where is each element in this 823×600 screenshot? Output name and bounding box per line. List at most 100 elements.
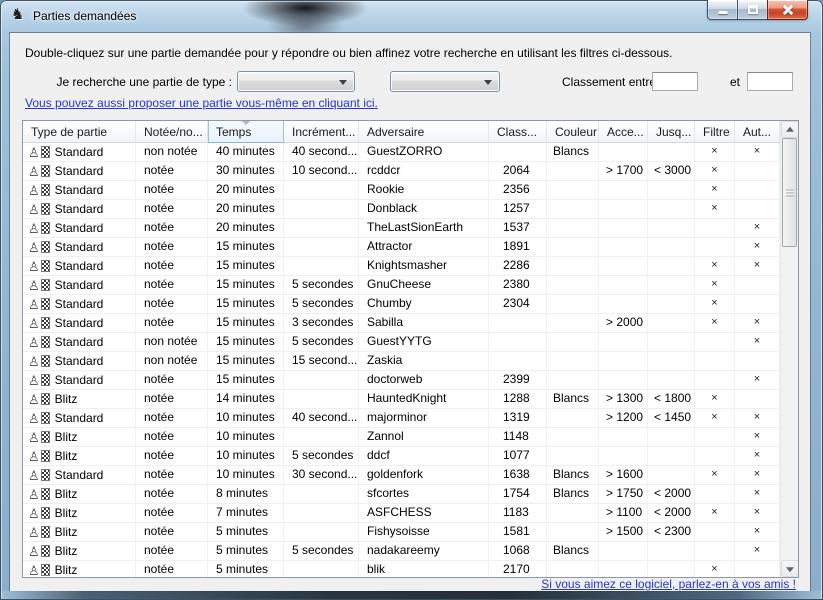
table-row[interactable]: ♙Blitznotée10 minutes5 secondesddcf1077× (23, 447, 780, 466)
cell-rating: 2170 (489, 561, 547, 578)
game-type-select[interactable] (237, 71, 355, 92)
column-header-accept_below[interactable]: Jusq... (648, 121, 695, 143)
column-header-color[interactable]: Couleur (547, 121, 599, 143)
table-row[interactable]: ♙Standardnotée20 minutesRookie2356× (23, 181, 780, 200)
game-type-text: Standard (55, 410, 104, 427)
pawn-icon: ♙ (28, 450, 40, 463)
dialog-client-area: Double-cliquez sur une partie demandée p… (10, 33, 810, 591)
cell-opponent: GuestYYTG (359, 333, 489, 351)
column-header-time[interactable]: Temps (208, 121, 284, 143)
caption-buttons (707, 0, 808, 20)
scroll-down-button[interactable] (781, 560, 799, 577)
checkerboard-icon (41, 564, 50, 576)
table-row[interactable]: ♙Blitznotée5 minutes5 secondesnadakareem… (23, 542, 780, 561)
cell-accept_below (648, 257, 695, 275)
cell-auto (735, 352, 780, 370)
table-row[interactable]: ♙Standardnotée15 minutesdoctorweb2399× (23, 371, 780, 390)
game-type-text: Blitz (55, 524, 78, 541)
table-row[interactable]: ♙Standardnotée10 minutes40 second...majo… (23, 409, 780, 428)
checkerboard-icon (41, 298, 50, 310)
cell-color (547, 238, 599, 256)
close-button[interactable] (767, 0, 808, 20)
game-subtype-select[interactable] (390, 71, 500, 92)
table-row[interactable]: ♙Blitznotée5 minutesblik2170× (23, 561, 780, 578)
checkerboard-icon (41, 355, 50, 367)
table-row[interactable]: ♙Standardnon notée40 minutes40 second...… (23, 143, 780, 162)
table-row[interactable]: ♙Standardnotée15 minutesKnightsmasher228… (23, 257, 780, 276)
table-row[interactable]: ♙Standardnotée20 minutesTheLastSionEarth… (23, 219, 780, 238)
cell-rated: notée (136, 447, 208, 465)
cell-rated: notée (136, 371, 208, 389)
cell-accept_below (648, 143, 695, 161)
scroll-up-button[interactable] (781, 121, 799, 138)
table-row[interactable]: ♙Standardnotée15 minutes3 secondesSabill… (23, 314, 780, 333)
table-row[interactable]: ♙Standardnotée15 minutesAttractor1891× (23, 238, 780, 257)
game-type-text: Standard (55, 296, 104, 313)
cell-type: ♙Blitz (23, 561, 136, 578)
cell-rated: notée (136, 523, 208, 541)
cell-increment: 5 secondes (284, 447, 359, 465)
cell-auto: × (735, 466, 780, 484)
cell-increment (284, 523, 359, 541)
cell-accept_above: > 1200 (599, 409, 648, 427)
cell-time: 5 minutes (208, 523, 284, 541)
cell-color: Blancs (547, 390, 599, 408)
column-header-rated[interactable]: Notée/no... (136, 121, 208, 143)
cell-opponent: blik (359, 561, 489, 578)
checkerboard-icon (41, 374, 50, 386)
cell-increment: 5 secondes (284, 295, 359, 313)
rating-max-input[interactable] (747, 72, 793, 91)
table-row[interactable]: ♙Standardnotée15 minutes5 secondesChumby… (23, 295, 780, 314)
rating-min-input[interactable] (652, 72, 698, 91)
cell-filter (695, 219, 735, 237)
table-row[interactable]: ♙Blitznotée8 minutessfcortes1754Blancs> … (23, 485, 780, 504)
cell-color (547, 504, 599, 522)
minimize-icon (718, 11, 727, 14)
cell-increment (284, 428, 359, 446)
table-row[interactable]: ♙Standardnotée20 minutesDonblack1257× (23, 200, 780, 219)
column-header-type[interactable]: Type de partie (23, 121, 136, 143)
checkerboard-icon (41, 317, 50, 329)
column-header-auto[interactable]: Aut... (735, 121, 780, 143)
vertical-scrollbar[interactable] (780, 121, 798, 577)
cell-increment (284, 504, 359, 522)
cell-color (547, 561, 599, 578)
propose-game-link[interactable]: Vous pouvez aussi proposer une partie vo… (25, 96, 378, 110)
game-type-text: Blitz (55, 448, 78, 465)
cell-increment: 5 secondes (284, 276, 359, 294)
cell-rated: notée (136, 238, 208, 256)
minimize-button[interactable] (707, 0, 738, 20)
maximize-button[interactable] (738, 0, 767, 20)
pawn-icon: ♙ (28, 469, 40, 482)
cell-type: ♙Blitz (23, 485, 136, 503)
table-row[interactable]: ♙Blitznotée10 minutesZannol1148× (23, 428, 780, 447)
cell-filter: × (695, 409, 735, 427)
table-row[interactable]: ♙Standardnon notée15 minutes15 second...… (23, 352, 780, 371)
close-icon (768, 0, 807, 19)
cell-filter: × (695, 143, 735, 161)
column-header-accept_above[interactable]: Acce... (599, 121, 648, 143)
share-link[interactable]: Si vous aimez ce logiciel, parlez-en à v… (541, 577, 796, 591)
title-bar[interactable]: ♞ Parties demandées (0, 0, 823, 33)
table-row[interactable]: ♙Blitznotée7 minutesASFCHESS1183> 1100< … (23, 504, 780, 523)
table-row[interactable]: ♙Blitznotée5 minutesFishysoisse1581> 150… (23, 523, 780, 542)
scrollbar-thumb[interactable] (782, 138, 797, 247)
cell-time: 20 minutes (208, 219, 284, 237)
table-row[interactable]: ♙Blitznotée14 minutesHauntedKnight1288Bl… (23, 390, 780, 409)
cell-increment (284, 219, 359, 237)
cell-time: 15 minutes (208, 257, 284, 275)
cell-color: Blancs (547, 542, 599, 560)
column-header-rating[interactable]: Class... (489, 121, 547, 143)
table-row[interactable]: ♙Standardnotée30 minutes10 second...rcdd… (23, 162, 780, 181)
column-header-filter[interactable]: Filtre (695, 121, 735, 143)
table-row[interactable]: ♙Standardnon notée15 minutes5 secondesGu… (23, 333, 780, 352)
cell-rating: 1148 (489, 428, 547, 446)
column-header-increment[interactable]: Incrément... (284, 121, 359, 143)
cell-accept_below: < 1800 (648, 390, 695, 408)
column-header-opponent[interactable]: Adversaire (359, 121, 489, 143)
table-row[interactable]: ♙Standardnotée10 minutes30 second...gold… (23, 466, 780, 485)
table-row[interactable]: ♙Standardnotée15 minutes5 secondesGnuChe… (23, 276, 780, 295)
cell-type: ♙Blitz (23, 542, 136, 560)
cell-rated: notée (136, 561, 208, 578)
scrollbar-grip-icon (786, 189, 794, 196)
